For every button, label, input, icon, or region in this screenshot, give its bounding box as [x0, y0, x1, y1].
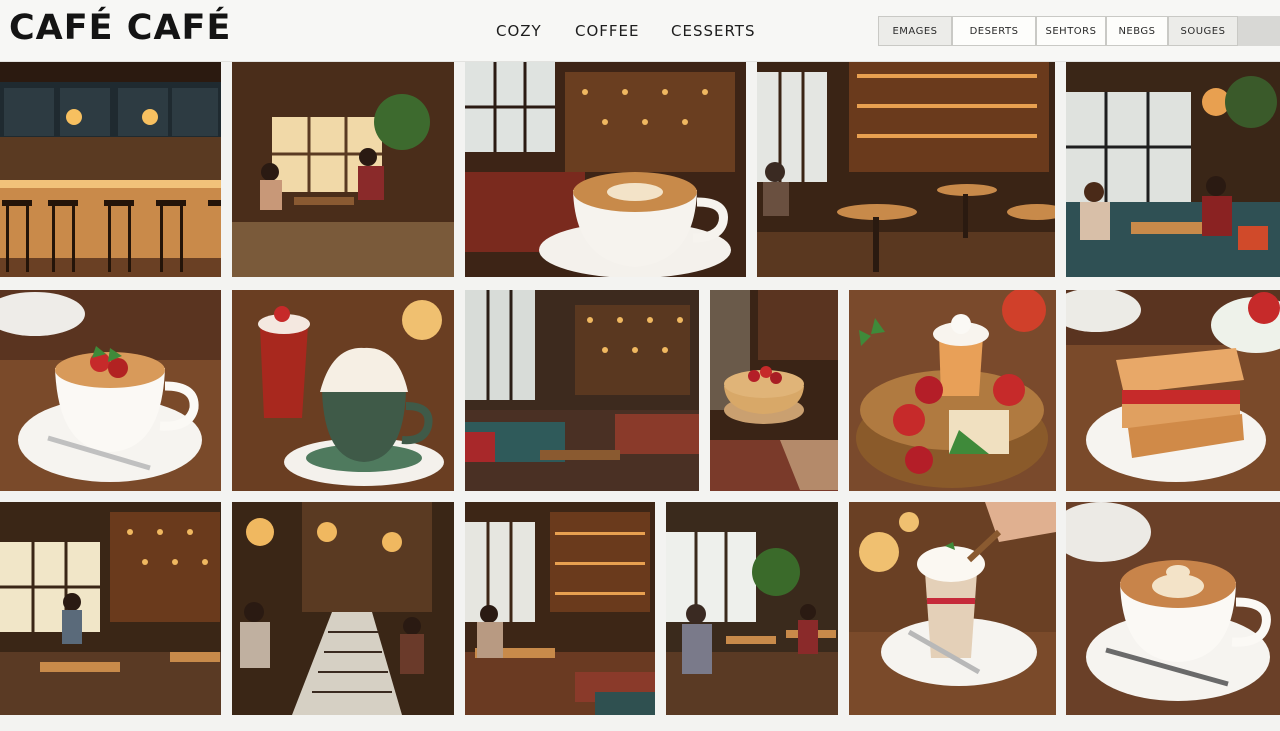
site-header: CAFÉ CAFÉ COZY COFFEE CESSERTS EMAGES DE… [0, 0, 1280, 62]
filter-nebgs[interactable]: NEBGS [1106, 16, 1168, 46]
latte-art-cup-photo[interactable] [1066, 502, 1280, 715]
photo-grid [0, 62, 1280, 731]
patterned-floor-photo[interactable] [232, 502, 454, 715]
fruit-tart-photo[interactable] [710, 290, 838, 491]
nav-link-desserts[interactable]: CESSERTS [671, 22, 756, 40]
nav-link-cozy[interactable]: COZY [496, 22, 542, 40]
busy-cafe-photo[interactable] [666, 502, 838, 715]
strawberry-cup-photo[interactable] [0, 290, 221, 491]
latte-lounge-photo[interactable] [465, 62, 746, 277]
filter-bar-end [1238, 16, 1280, 46]
filter-images[interactable]: EMAGES [878, 16, 952, 46]
cream-dessert-glass-photo[interactable] [849, 502, 1056, 715]
couple-window-photo[interactable] [232, 62, 454, 277]
fruit-basket-photo[interactable] [849, 290, 1056, 491]
nav-link-coffee[interactable]: COFFEE [575, 22, 640, 40]
cream-cup-and-smoothie-photo[interactable] [232, 290, 454, 491]
bar-counter-photo[interactable] [0, 62, 221, 277]
lounge-sofas-photo[interactable] [465, 290, 699, 491]
filter-sehtors[interactable]: SEHTORS [1036, 16, 1106, 46]
filter-souges[interactable]: SOUGES [1168, 16, 1238, 46]
cafe-tables-photo[interactable] [757, 62, 1055, 277]
filter-desserts[interactable]: DESERTS [952, 16, 1036, 46]
site-logo[interactable]: CAFÉ CAFÉ [9, 8, 231, 48]
couple-sofa-photo[interactable] [1066, 62, 1280, 277]
window-interior-photo[interactable] [0, 502, 221, 715]
sandwich-plate-photo[interactable] [1066, 290, 1280, 491]
bookshelf-seating-photo[interactable] [465, 502, 655, 715]
